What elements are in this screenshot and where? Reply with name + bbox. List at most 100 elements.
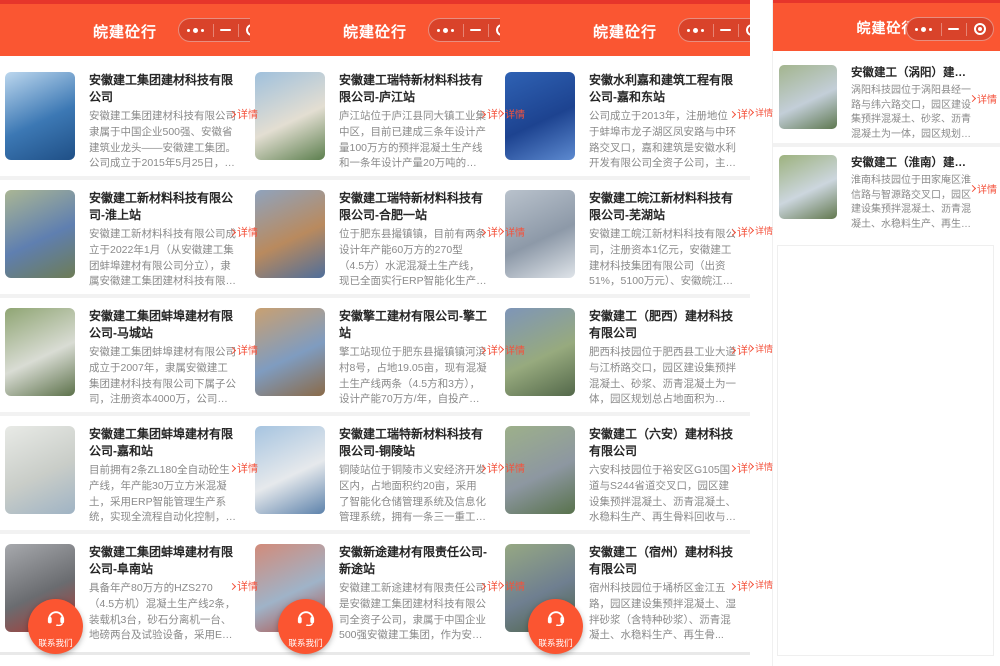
list-item[interactable]: 安徽建工（淮南）建材科技有限公司 淮南科技园位于田家庵区淮信路与智源路交叉口，园… — [773, 147, 1000, 233]
clipped-detail-link[interactable]: 详情 — [500, 460, 525, 475]
clipped-detail-link[interactable]: 详情 — [750, 224, 773, 237]
bottom-separator — [500, 652, 750, 655]
item-description: 六安科技园位于裕安区G105国道与S244省道交叉口，园区建设集预拌混凝土、沥青… — [589, 463, 737, 527]
detail-link-label: 详情 — [505, 224, 525, 239]
item-detail-link[interactable]: 详情 — [480, 460, 500, 476]
item-detail-link[interactable]: 详情 — [970, 181, 997, 196]
item-thumbnail — [255, 308, 325, 396]
chevron-right-icon — [500, 346, 504, 353]
item-detail-link[interactable]: 详情 — [230, 106, 250, 122]
chevron-right-icon — [479, 582, 486, 589]
detail-link-label: 详情 — [977, 91, 997, 106]
list-item[interactable]: 安徽擎工建材有限公司-擎工站 擎工站现位于肥东县撮镇镇河滨村8号，占地19.05… — [250, 298, 500, 412]
more-icon[interactable] — [914, 27, 934, 32]
item-thumbnail — [255, 426, 325, 514]
clipped-detail-link[interactable]: 情 — [250, 578, 258, 593]
item-title: 安徽擎工建材有限公司-擎工站 — [339, 308, 487, 342]
detail-link-label: 详情 — [487, 342, 500, 358]
list-item[interactable]: 安徽建工皖江新材料科技有限公司-芜湖站 安徽建工皖江新材料科技有限公司，注册资本… — [500, 180, 750, 294]
item-detail-link[interactable]: 详情 — [230, 460, 250, 476]
item-detail-link[interactable]: 详情 — [480, 342, 500, 358]
clipped-detail-link[interactable]: 情 — [250, 224, 258, 239]
item-detail-link[interactable]: 详情 — [480, 578, 500, 594]
item-detail-link[interactable]: 详情 — [230, 342, 250, 358]
list-item[interactable]: 安徽建工集团蚌埠建材有限公司-马城站 安徽建工集团蚌埠建材有限公司成立于2007… — [0, 298, 250, 412]
contact-us-button[interactable]: 联系我们 — [28, 599, 83, 654]
list-item[interactable]: 安徽建工（六安）建材科技有限公司 六安科技园位于裕安区G105国道与S244省道… — [500, 416, 750, 530]
mini-program-window-1: 皖建砼行 安徽建工集团建材科技有限公司 安徽建工集团建材科技有限公司隶属于中国企… — [0, 0, 250, 666]
chevron-right-icon — [479, 228, 486, 235]
list-item[interactable]: 安徽建工新材料科技有限公司-淮上站 安徽建工新材料科技有限公司成立于2022年1… — [0, 180, 250, 294]
company-list: 安徽建工集团建材科技有限公司 安徽建工集团建材科技有限公司隶属于中国企业500强… — [0, 62, 250, 648]
chevron-right-icon — [969, 95, 976, 102]
window-content: 皖建砼行 安徽建工（涡阳）建材科技有限公司 涡阳科技园位于涡阳县经一路与纬六路交… — [772, 0, 1000, 666]
clipped-detail-link[interactable]: 详情 — [750, 460, 773, 473]
chevron-right-icon — [750, 345, 754, 352]
list-item[interactable]: 安徽水利嘉和建筑工程有限公司-嘉和东站 公司成立于2013年，注册地位于蚌埠市龙… — [500, 62, 750, 176]
item-detail-link[interactable]: 详情 — [730, 342, 750, 358]
list-item[interactable]: 安徽建工（涡阳）建材科技有限公司 涡阳科技园位于涡阳县经一路与纬六路交口，园区建… — [773, 57, 1000, 143]
minimize-icon[interactable] — [720, 29, 731, 31]
item-title: 安徽建工瑞特新材料科技有限公司-庐江站 — [339, 72, 487, 106]
detail-link-label: 详情 — [487, 578, 500, 594]
item-title: 安徽建工（宿州）建材科技有限公司 — [589, 544, 737, 578]
minimize-icon[interactable] — [220, 29, 231, 31]
app-header: 皖建砼行 — [500, 4, 750, 56]
item-detail-link[interactable]: 详情 — [730, 224, 750, 240]
item-detail-link[interactable]: 详情 — [480, 224, 500, 240]
chevron-right-icon — [500, 464, 504, 471]
detail-link-label: 详情 — [755, 460, 773, 473]
item-description: 擎工站现位于肥东县撮镇镇河滨村8号，占地19.05亩，现有混凝土生产线两条（4.… — [339, 345, 487, 409]
item-detail-link[interactable]: 详情 — [230, 224, 250, 240]
list-item[interactable]: 安徽建工瑞特新材料科技有限公司-合肥一站 位于肥东县撮镇镇，目前有两条设计年产能… — [250, 180, 500, 294]
detail-link-label: 详情 — [237, 224, 250, 240]
detail-link-label: 详情 — [755, 106, 773, 119]
contact-us-button[interactable]: 联系我们 — [528, 599, 583, 654]
item-description: 涡阳科技园位于涡阳县经一路与纬六路交口，园区建设集预拌混凝土、砂浆、沥青混凝土为… — [851, 84, 974, 142]
clipped-detail-link[interactable]: 详情 — [500, 342, 525, 357]
item-detail-link[interactable]: 详情 — [730, 460, 750, 476]
clipped-detail-link[interactable]: 详情 — [500, 578, 525, 593]
list-item[interactable]: 安徽建工集团蚌埠建材有限公司-嘉和站 目前拥有2条ZL180全自动砼生产线，年产… — [0, 416, 250, 530]
clipped-detail-link[interactable]: 详情 — [500, 106, 525, 121]
detail-link-label: 详情 — [505, 342, 525, 357]
detail-link-label: 详情 — [505, 106, 525, 121]
item-detail-link[interactable]: 详情 — [970, 91, 997, 106]
window-controls — [178, 18, 250, 42]
clipped-detail-link[interactable]: 详情 — [750, 342, 773, 355]
more-icon[interactable] — [186, 28, 206, 33]
capsule-divider — [488, 24, 489, 37]
item-description: 淮南科技园位于田家庵区淮信路与智源路交叉口，园区建设集预拌混凝土、沥青混凝土、水… — [851, 174, 974, 232]
chevron-right-icon — [229, 110, 236, 117]
clipped-detail-link[interactable]: 详情 — [500, 224, 525, 239]
chevron-right-icon — [729, 464, 736, 471]
item-detail-link[interactable]: 详情 — [730, 106, 750, 122]
clipped-detail-link[interactable]: 情 — [250, 106, 258, 121]
bottom-separator — [0, 652, 250, 655]
clipped-detail-link[interactable]: 情 — [250, 460, 258, 475]
clipped-detail-link[interactable]: 详情 — [750, 106, 773, 119]
more-icon[interactable] — [436, 28, 456, 33]
contact-us-button[interactable]: 联系我们 — [278, 599, 333, 654]
clipped-detail-link[interactable]: 详情 — [750, 578, 773, 591]
minimize-icon[interactable] — [948, 28, 959, 30]
chevron-right-icon — [729, 228, 736, 235]
window-controls — [906, 17, 994, 41]
more-icon[interactable] — [686, 28, 706, 33]
item-detail-link[interactable]: 详情 — [480, 106, 500, 122]
list-item[interactable]: 安徽建工集团建材科技有限公司 安徽建工集团建材科技有限公司隶属于中国企业500强… — [0, 62, 250, 176]
item-detail-link[interactable]: 详情 — [230, 578, 250, 594]
list-item[interactable]: 安徽建工（肥西）建材科技有限公司 肥西科技园位于肥西县工业大道与江桥路交口，园区… — [500, 298, 750, 412]
item-detail-link[interactable]: 详情 — [730, 578, 750, 594]
item-title: 安徽建工（淮南）建材科技有限公司 — [851, 155, 974, 171]
item-description: 庐江站位于庐江县同大镇工业集中区，目前已建成三条年设计产量100万方的预拌混凝土… — [339, 109, 487, 173]
list-item[interactable]: 安徽建工瑞特新材料科技有限公司-庐江站 庐江站位于庐江县同大镇工业集中区，目前已… — [250, 62, 500, 176]
chevron-right-icon — [729, 110, 736, 117]
minimize-icon[interactable] — [470, 29, 481, 31]
exit-icon[interactable] — [974, 23, 986, 35]
screenshot-collage: 皖建砼行 安徽建工集团建材科技有限公司 安徽建工集团建材科技有限公司隶属于中国企… — [0, 0, 1000, 666]
list-item[interactable]: 安徽建工瑞特新材料科技有限公司-铜陵站 铜陵站位于铜陵市义安经济开发区内，占地面… — [250, 416, 500, 530]
clipped-detail-link[interactable]: 情 — [250, 342, 258, 357]
detail-link-label: 详情 — [487, 106, 500, 122]
chevron-right-icon — [969, 185, 976, 192]
